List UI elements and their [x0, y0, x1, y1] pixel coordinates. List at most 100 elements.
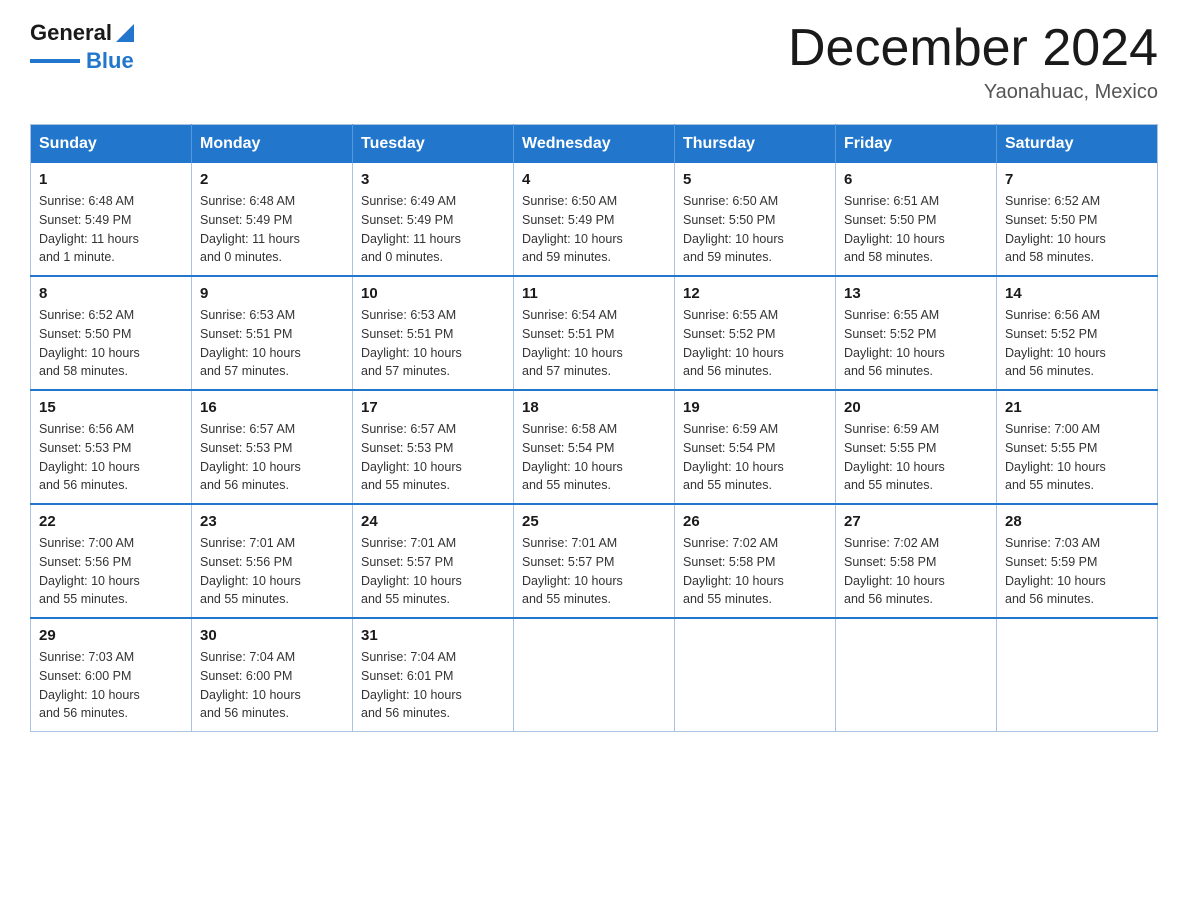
calendar-cell: 11 Sunrise: 6:54 AMSunset: 5:51 PMDaylig… — [514, 276, 675, 390]
calendar-table: SundayMondayTuesdayWednesdayThursdayFrid… — [30, 124, 1158, 732]
calendar-cell: 7 Sunrise: 6:52 AMSunset: 5:50 PMDayligh… — [997, 163, 1158, 276]
calendar-cell: 9 Sunrise: 6:53 AMSunset: 5:51 PMDayligh… — [192, 276, 353, 390]
header-saturday: Saturday — [997, 125, 1158, 164]
day-info: Sunrise: 7:02 AMSunset: 5:58 PMDaylight:… — [844, 534, 988, 609]
calendar-cell: 22 Sunrise: 7:00 AMSunset: 5:56 PMDaylig… — [31, 504, 192, 618]
day-number: 30 — [200, 627, 344, 644]
day-info: Sunrise: 6:57 AMSunset: 5:53 PMDaylight:… — [200, 420, 344, 495]
calendar-cell — [836, 618, 997, 732]
day-info: Sunrise: 6:54 AMSunset: 5:51 PMDaylight:… — [522, 306, 666, 381]
page-header: General Blue December 2024 Yaonahuac, Me… — [30, 20, 1158, 104]
day-info: Sunrise: 6:55 AMSunset: 5:52 PMDaylight:… — [844, 306, 988, 381]
day-info: Sunrise: 7:03 AMSunset: 5:59 PMDaylight:… — [1005, 534, 1149, 609]
day-info: Sunrise: 6:59 AMSunset: 5:55 PMDaylight:… — [844, 420, 988, 495]
day-number: 11 — [522, 285, 666, 302]
header-sunday: Sunday — [31, 125, 192, 164]
day-number: 7 — [1005, 171, 1149, 188]
calendar-cell: 16 Sunrise: 6:57 AMSunset: 5:53 PMDaylig… — [192, 390, 353, 504]
day-info: Sunrise: 6:49 AMSunset: 5:49 PMDaylight:… — [361, 192, 505, 267]
calendar-cell: 30 Sunrise: 7:04 AMSunset: 6:00 PMDaylig… — [192, 618, 353, 732]
calendar-cell: 15 Sunrise: 6:56 AMSunset: 5:53 PMDaylig… — [31, 390, 192, 504]
calendar-cell — [997, 618, 1158, 732]
day-info: Sunrise: 6:53 AMSunset: 5:51 PMDaylight:… — [361, 306, 505, 381]
day-number: 2 — [200, 171, 344, 188]
title-area: December 2024 Yaonahuac, Mexico — [788, 20, 1158, 104]
day-number: 8 — [39, 285, 183, 302]
calendar-cell: 12 Sunrise: 6:55 AMSunset: 5:52 PMDaylig… — [675, 276, 836, 390]
calendar-cell — [514, 618, 675, 732]
day-info: Sunrise: 6:56 AMSunset: 5:52 PMDaylight:… — [1005, 306, 1149, 381]
calendar-cell: 4 Sunrise: 6:50 AMSunset: 5:49 PMDayligh… — [514, 163, 675, 276]
day-number: 23 — [200, 513, 344, 530]
day-info: Sunrise: 6:48 AMSunset: 5:49 PMDaylight:… — [39, 192, 183, 267]
calendar-subtitle: Yaonahuac, Mexico — [788, 81, 1158, 104]
day-number: 20 — [844, 399, 988, 416]
day-info: Sunrise: 6:48 AMSunset: 5:49 PMDaylight:… — [200, 192, 344, 267]
day-number: 4 — [522, 171, 666, 188]
day-info: Sunrise: 7:00 AMSunset: 5:55 PMDaylight:… — [1005, 420, 1149, 495]
day-info: Sunrise: 7:04 AMSunset: 6:01 PMDaylight:… — [361, 648, 505, 723]
day-info: Sunrise: 6:59 AMSunset: 5:54 PMDaylight:… — [683, 420, 827, 495]
calendar-cell: 2 Sunrise: 6:48 AMSunset: 5:49 PMDayligh… — [192, 163, 353, 276]
calendar-cell: 29 Sunrise: 7:03 AMSunset: 6:00 PMDaylig… — [31, 618, 192, 732]
day-number: 5 — [683, 171, 827, 188]
calendar-cell: 19 Sunrise: 6:59 AMSunset: 5:54 PMDaylig… — [675, 390, 836, 504]
calendar-week-row: 15 Sunrise: 6:56 AMSunset: 5:53 PMDaylig… — [31, 390, 1158, 504]
calendar-week-row: 22 Sunrise: 7:00 AMSunset: 5:56 PMDaylig… — [31, 504, 1158, 618]
logo-text-blue: Blue — [86, 48, 134, 74]
calendar-cell: 20 Sunrise: 6:59 AMSunset: 5:55 PMDaylig… — [836, 390, 997, 504]
day-info: Sunrise: 7:02 AMSunset: 5:58 PMDaylight:… — [683, 534, 827, 609]
calendar-cell: 8 Sunrise: 6:52 AMSunset: 5:50 PMDayligh… — [31, 276, 192, 390]
day-number: 21 — [1005, 399, 1149, 416]
day-info: Sunrise: 7:01 AMSunset: 5:57 PMDaylight:… — [361, 534, 505, 609]
day-number: 31 — [361, 627, 505, 644]
calendar-cell: 27 Sunrise: 7:02 AMSunset: 5:58 PMDaylig… — [836, 504, 997, 618]
logo-underline-icon — [30, 59, 80, 64]
calendar-week-row: 8 Sunrise: 6:52 AMSunset: 5:50 PMDayligh… — [31, 276, 1158, 390]
day-number: 14 — [1005, 285, 1149, 302]
day-number: 27 — [844, 513, 988, 530]
calendar-cell: 26 Sunrise: 7:02 AMSunset: 5:58 PMDaylig… — [675, 504, 836, 618]
calendar-cell: 17 Sunrise: 6:57 AMSunset: 5:53 PMDaylig… — [353, 390, 514, 504]
day-number: 28 — [1005, 513, 1149, 530]
header-friday: Friday — [836, 125, 997, 164]
calendar-cell: 5 Sunrise: 6:50 AMSunset: 5:50 PMDayligh… — [675, 163, 836, 276]
day-number: 12 — [683, 285, 827, 302]
day-info: Sunrise: 6:50 AMSunset: 5:50 PMDaylight:… — [683, 192, 827, 267]
day-info: Sunrise: 7:03 AMSunset: 6:00 PMDaylight:… — [39, 648, 183, 723]
calendar-week-row: 29 Sunrise: 7:03 AMSunset: 6:00 PMDaylig… — [31, 618, 1158, 732]
calendar-cell: 21 Sunrise: 7:00 AMSunset: 5:55 PMDaylig… — [997, 390, 1158, 504]
day-info: Sunrise: 6:57 AMSunset: 5:53 PMDaylight:… — [361, 420, 505, 495]
day-number: 15 — [39, 399, 183, 416]
logo-text-general: General — [30, 20, 112, 46]
calendar-cell: 24 Sunrise: 7:01 AMSunset: 5:57 PMDaylig… — [353, 504, 514, 618]
calendar-cell: 14 Sunrise: 6:56 AMSunset: 5:52 PMDaylig… — [997, 276, 1158, 390]
day-number: 26 — [683, 513, 827, 530]
calendar-cell: 13 Sunrise: 6:55 AMSunset: 5:52 PMDaylig… — [836, 276, 997, 390]
day-number: 25 — [522, 513, 666, 530]
calendar-cell: 10 Sunrise: 6:53 AMSunset: 5:51 PMDaylig… — [353, 276, 514, 390]
calendar-cell: 6 Sunrise: 6:51 AMSunset: 5:50 PMDayligh… — [836, 163, 997, 276]
day-number: 29 — [39, 627, 183, 644]
calendar-cell: 25 Sunrise: 7:01 AMSunset: 5:57 PMDaylig… — [514, 504, 675, 618]
day-info: Sunrise: 6:52 AMSunset: 5:50 PMDaylight:… — [39, 306, 183, 381]
calendar-week-row: 1 Sunrise: 6:48 AMSunset: 5:49 PMDayligh… — [31, 163, 1158, 276]
calendar-cell: 31 Sunrise: 7:04 AMSunset: 6:01 PMDaylig… — [353, 618, 514, 732]
day-number: 6 — [844, 171, 988, 188]
calendar-cell: 3 Sunrise: 6:49 AMSunset: 5:49 PMDayligh… — [353, 163, 514, 276]
day-info: Sunrise: 7:00 AMSunset: 5:56 PMDaylight:… — [39, 534, 183, 609]
calendar-cell: 18 Sunrise: 6:58 AMSunset: 5:54 PMDaylig… — [514, 390, 675, 504]
header-thursday: Thursday — [675, 125, 836, 164]
day-info: Sunrise: 6:58 AMSunset: 5:54 PMDaylight:… — [522, 420, 666, 495]
day-number: 13 — [844, 285, 988, 302]
calendar-cell — [675, 618, 836, 732]
day-number: 19 — [683, 399, 827, 416]
header-monday: Monday — [192, 125, 353, 164]
day-number: 1 — [39, 171, 183, 188]
calendar-cell: 1 Sunrise: 6:48 AMSunset: 5:49 PMDayligh… — [31, 163, 192, 276]
day-number: 17 — [361, 399, 505, 416]
day-info: Sunrise: 7:01 AMSunset: 5:56 PMDaylight:… — [200, 534, 344, 609]
day-number: 10 — [361, 285, 505, 302]
day-info: Sunrise: 6:51 AMSunset: 5:50 PMDaylight:… — [844, 192, 988, 267]
day-number: 3 — [361, 171, 505, 188]
